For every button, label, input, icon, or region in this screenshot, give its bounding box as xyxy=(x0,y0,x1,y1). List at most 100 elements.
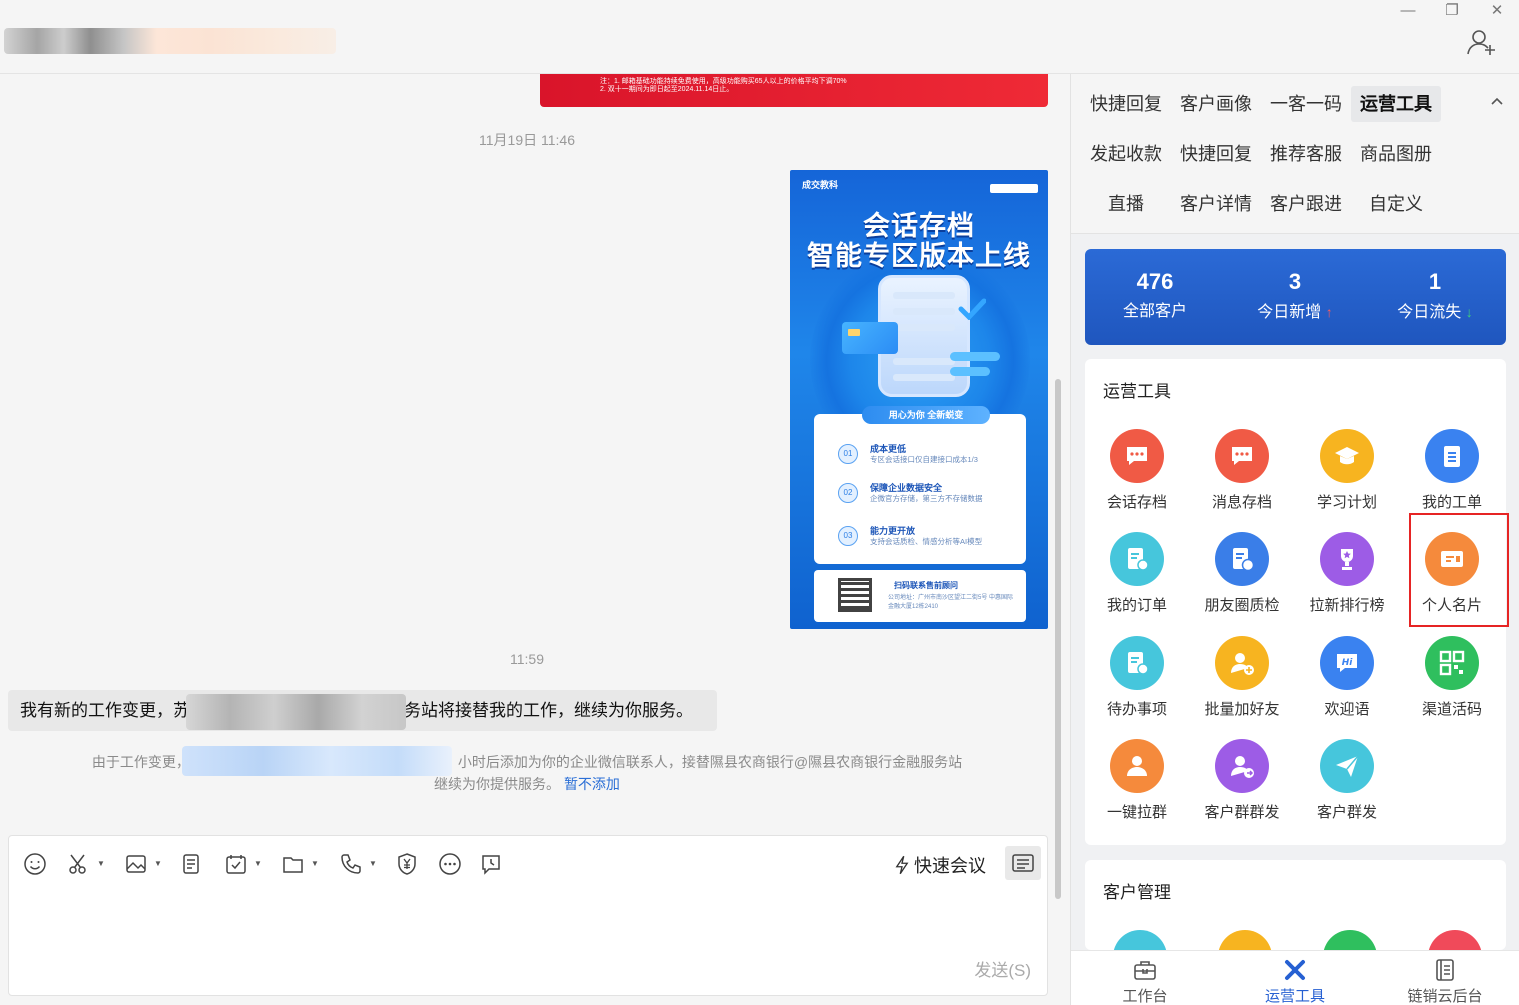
tool-trophy[interactable]: 拉新排行榜 xyxy=(1297,532,1397,615)
customer-tool-icon[interactable] xyxy=(1218,930,1272,950)
tool-todo-doc[interactable]: 待办事项 xyxy=(1087,636,1187,719)
tool-group-send[interactable]: 客户群群发 xyxy=(1192,739,1292,822)
poster-footer: 扫码联系售前顾问 公司地址：广州市南沙区望江二街5号 中惠国际金融大厦12栋24… xyxy=(814,570,1026,622)
customer-tool-icon[interactable] xyxy=(1323,930,1377,950)
tool-graduation-cap[interactable]: 学习计划 xyxy=(1297,429,1397,512)
nav-backend[interactable]: 链销云后台 xyxy=(1385,957,1505,1005)
tab-customer-profile[interactable]: 客户画像 xyxy=(1171,86,1261,122)
tool-label: 消息存档 xyxy=(1211,494,1272,511)
dismiss-add-link[interactable]: 暂不添加 xyxy=(564,776,620,792)
calendar-check-icon[interactable]: ▼ xyxy=(224,852,262,876)
add-member-icon[interactable] xyxy=(1467,28,1497,56)
banner-line-2: 2. 双十一期间为即日起至2024.11.14日止。 xyxy=(600,86,734,93)
poster-title-2: 智能专区版本上线 xyxy=(807,241,1031,271)
tool-group-user[interactable]: 一键拉群 xyxy=(1087,739,1187,822)
document-icon[interactable] xyxy=(179,852,203,876)
chevron-up-icon[interactable] xyxy=(1490,94,1504,108)
stat-label: 今日新增 xyxy=(1257,304,1322,321)
input-mode-button[interactable] xyxy=(1005,846,1041,880)
tool-label: 我的订单 xyxy=(1106,597,1167,614)
nav-operation-tools[interactable]: 运营工具 xyxy=(1235,957,1355,1005)
tab-operation-tools[interactable]: 运营工具 xyxy=(1351,86,1441,122)
poster-panel-head: 用心为你 全新蜕变 xyxy=(862,406,990,424)
stat-label: 全部客户 xyxy=(1122,303,1187,320)
tool-chat-bubble[interactable]: 会话存档 xyxy=(1087,429,1187,512)
hi-bubble-icon: Hi xyxy=(1320,636,1374,690)
tool-label: 待办事项 xyxy=(1106,701,1167,718)
image-icon[interactable]: ▼ xyxy=(124,852,162,876)
tab-product-album[interactable]: 商品图册 xyxy=(1351,136,1441,172)
chat-history-icon[interactable] xyxy=(479,852,503,876)
feature-desc: 支持会话质检、情感分析等AI模型 xyxy=(870,537,983,546)
tab-live[interactable]: 直播 xyxy=(1081,186,1171,222)
stat-lost-today[interactable]: 1 今日流失 ↓ xyxy=(1365,267,1505,328)
poster-card-illustration xyxy=(842,322,898,354)
toolbox-icon xyxy=(1134,961,1156,980)
phone-icon[interactable]: ▼ xyxy=(339,852,377,876)
payment-shield-icon[interactable] xyxy=(395,852,419,876)
tool-order-doc[interactable]: 我的订单 xyxy=(1087,532,1187,615)
chevron-down-icon[interactable]: ▼ xyxy=(97,859,105,868)
privacy-mask xyxy=(182,746,452,776)
tab-quick-reply[interactable]: 快捷回复 xyxy=(1081,86,1171,122)
tool-add-friend[interactable]: 批量加好友 xyxy=(1192,636,1292,719)
promo-banner-image[interactable]: 注：1. 邮箱基础功能持续免费使用，高级功能购买65人以上的价格平均下调70% … xyxy=(540,74,1048,107)
nav-workbench[interactable]: 工作台 xyxy=(1085,957,1205,1005)
tool-clipboard[interactable]: 我的工单 xyxy=(1402,429,1502,512)
close-icon[interactable]: ✕ xyxy=(1482,0,1512,22)
chat-bubble-icon xyxy=(1215,429,1269,483)
feature-desc: 专区会话接口仅自建接口成本1/3 xyxy=(870,455,978,464)
notice-line-2: 继续为你提供服务。 暂不添加 xyxy=(0,773,1054,795)
add-friend-icon xyxy=(1215,636,1269,690)
send-button[interactable]: 发送(S) xyxy=(974,956,1031,981)
tool-qr-code[interactable]: 渠道活码 xyxy=(1402,636,1502,719)
restore-icon[interactable]: ❐ xyxy=(1437,0,1467,22)
more-icon[interactable] xyxy=(438,852,462,876)
feature-number: 02 xyxy=(838,483,858,503)
poster-image-message[interactable]: 成交教科 会话存档 智能专区版本上线 用心为你 全新蜕变 01 成本更低 专区会… xyxy=(790,170,1048,629)
stat-total-customers[interactable]: 476 全部客户 xyxy=(1085,267,1225,327)
tab-recommend-service[interactable]: 推荐客服 xyxy=(1261,136,1351,172)
tool-paper-plane[interactable]: 客户群发 xyxy=(1297,739,1397,822)
arrow-down-icon: ↓ xyxy=(1465,304,1473,320)
message-composer[interactable]: ▼ ▼ ▼ ▼ ▼ 快速会议 发送(S) xyxy=(8,835,1048,996)
tab-customer-followup[interactable]: 客户跟进 xyxy=(1261,186,1351,222)
notice-line-1: 由于工作变更，苏小时后添加为你的企业微信联系人，接替隰县农商银行@隰县农商银行金… xyxy=(0,751,1054,773)
tab-customer-details[interactable]: 客户详情 xyxy=(1171,186,1261,222)
tool-inspection-doc[interactable]: 朋友圈质检 xyxy=(1192,532,1292,615)
svg-text:Hi: Hi xyxy=(1342,658,1354,668)
inspection-doc-icon xyxy=(1215,532,1269,586)
tool-chat-bubble[interactable]: 消息存档 xyxy=(1192,429,1292,512)
feature-number: 01 xyxy=(838,444,858,464)
order-doc-icon xyxy=(1110,532,1164,586)
qr-code-icon xyxy=(1425,636,1479,690)
todo-doc-icon xyxy=(1110,636,1164,690)
tool-hi-bubble[interactable]: Hi 欢迎语 xyxy=(1297,636,1397,719)
emoji-icon[interactable] xyxy=(23,852,47,876)
notice-text: 继续为你提供服务。 xyxy=(434,776,561,792)
notice-text: 由于工作变更， xyxy=(91,754,190,770)
quick-meeting-label: 快速会议 xyxy=(914,856,987,876)
tab-one-customer-one-code[interactable]: 一客一码 xyxy=(1261,86,1351,122)
screenshot-scissors-icon[interactable]: ▼ xyxy=(67,852,105,876)
customer-tool-icon[interactable] xyxy=(1113,930,1167,950)
chevron-down-icon[interactable]: ▼ xyxy=(254,859,262,868)
stat-value: 1 xyxy=(1428,269,1442,294)
tab-start-payment[interactable]: 发起收款 xyxy=(1081,136,1171,172)
timestamp: 11月19日 11:46 xyxy=(479,132,575,148)
paper-plane-icon xyxy=(1320,739,1374,793)
poster-pill xyxy=(950,352,1000,361)
tab-quick-reply-2[interactable]: 快捷回复 xyxy=(1171,136,1261,172)
nav-label: 链销云后台 xyxy=(1407,988,1483,1005)
tool-label: 客户群发 xyxy=(1316,804,1377,821)
chat-scrollbar[interactable] xyxy=(1055,379,1061,899)
chevron-down-icon[interactable]: ▼ xyxy=(369,859,377,868)
customer-tool-icon[interactable] xyxy=(1428,930,1482,950)
chevron-down-icon[interactable]: ▼ xyxy=(154,859,162,868)
folder-icon[interactable]: ▼ xyxy=(281,852,319,876)
minimize-icon[interactable]: — xyxy=(1393,0,1423,22)
stat-new-today[interactable]: 3 今日新增 ↑ xyxy=(1225,267,1365,328)
quick-meeting-button[interactable]: 快速会议 xyxy=(895,852,986,878)
tab-custom[interactable]: 自定义 xyxy=(1351,186,1441,222)
chevron-down-icon[interactable]: ▼ xyxy=(311,859,319,868)
